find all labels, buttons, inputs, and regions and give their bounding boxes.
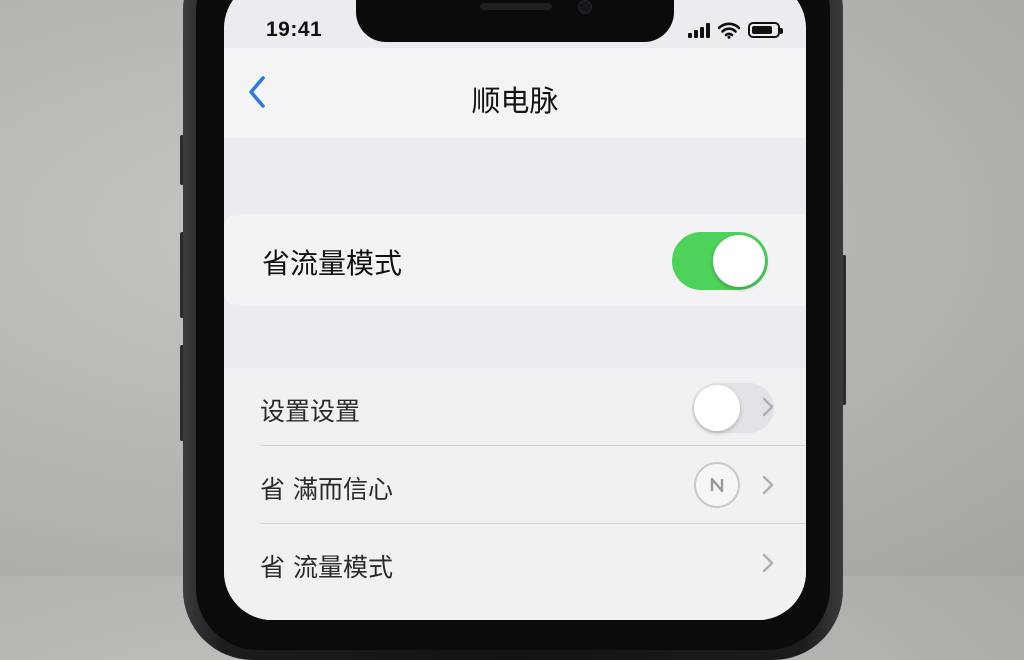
chevron-right-icon (762, 397, 774, 417)
chevron-right-icon (762, 553, 774, 573)
list-item[interactable]: 设置设置 (224, 368, 806, 446)
toggle-knob (713, 235, 765, 287)
earpiece-speaker (480, 3, 552, 10)
data-saver-row[interactable]: 省流量模式 (224, 214, 806, 306)
status-time: 19:41 (266, 18, 323, 41)
page-title: 顺电脉 (471, 84, 559, 118)
data-saver-toggle[interactable] (672, 232, 768, 290)
list-item-label: 省 滿而信心 (260, 475, 393, 504)
letter-n-glyph (710, 477, 724, 493)
list-item-label: 省 流量模式 (260, 553, 393, 582)
list-item[interactable]: 省 滿而信心 (224, 446, 806, 524)
list-item-label: 设置设置 (260, 397, 361, 426)
notch (356, 0, 674, 42)
list-item[interactable]: 省 流量模式 (224, 524, 806, 602)
cellular-signal-icon (688, 22, 710, 38)
chevron-right-icon (762, 475, 774, 495)
status-icons (688, 20, 783, 40)
settings-list: 设置设置 省 滿而信心 省 流量模式 (224, 368, 806, 620)
battery-icon (748, 22, 783, 38)
circle-icon (694, 462, 740, 508)
data-saver-label: 省流量模式 (262, 247, 403, 280)
phone-screen: 19:41 顺电脉 省流量模式 设置设置 省 滿而信心 省 流量模式 (224, 0, 806, 620)
toggle-knob (694, 385, 740, 431)
front-camera (578, 0, 592, 14)
navigation-bar: 顺电脉 (224, 48, 806, 138)
wifi-icon (718, 22, 740, 39)
